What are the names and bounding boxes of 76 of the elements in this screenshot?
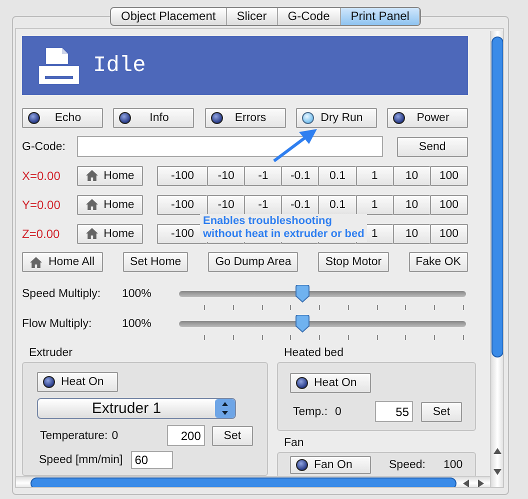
axis-position: Y=0.00 [22,198,62,212]
gcode-input[interactable] [77,136,383,157]
tab[interactable]: Object Placement [111,8,227,25]
slider-label: Speed Multiply: [22,288,102,300]
toggle-button[interactable]: Dry Run [296,108,377,128]
callout-tooltip: Enables troubleshooting without heat in extruder or bed [200,214,368,242]
temperature-reading: 0 [335,406,342,418]
fan-speed-reading: 100 [443,459,463,471]
slider-reading: 100% [122,288,152,300]
slider-label: Flow Multiply: [22,318,93,330]
slider-thumb[interactable] [295,315,310,333]
printer-icon [37,48,81,84]
home-button[interactable]: Home [77,194,143,214]
temperature-input[interactable]: 200 [166,425,205,446]
vertical-scrollbar[interactable] [490,31,503,487]
home-button[interactable]: Home [77,224,143,244]
jog-button[interactable]: 100 [430,194,468,214]
action-button[interactable]: Set Home [123,252,188,272]
toggle-button[interactable]: Info [113,108,194,128]
home-button[interactable]: Home [77,166,143,186]
fan-speed-label: Speed: [389,459,426,471]
toggle-button[interactable]: Errors [204,108,286,128]
jog-button[interactable]: 100 [430,166,468,186]
jog-button[interactable]: -1 [244,194,282,214]
toggle-button[interactable]: Echo [22,108,103,128]
jog-button[interactable]: -100 [157,194,207,214]
jog-button[interactable]: 1 [356,194,393,214]
jog-button[interactable]: -100 [157,166,207,186]
jog-button[interactable]: -0.1 [281,194,318,214]
group-title: Heated bed [283,347,344,359]
stepper-icon [215,399,235,418]
home-icon [86,228,98,239]
action-button[interactable]: Stop Motor [318,252,389,272]
jog-button[interactable]: 100 [430,224,468,244]
tab[interactable]: Slicer [226,8,278,25]
home-icon [86,199,98,210]
set-button[interactable]: Set [421,402,462,422]
horizontal-scrollbar[interactable] [16,476,490,487]
callout-arrow [272,129,318,162]
heat-toggle[interactable]: Heat On [290,373,371,393]
temperature-input[interactable]: 55 [375,401,413,422]
slider-reading: 100% [122,318,152,330]
group-title: Fan [283,437,305,449]
fan-toggle[interactable]: Fan On [290,456,371,474]
jog-button[interactable]: 10 [392,224,430,244]
jog-button[interactable]: 1 [356,166,393,186]
send-button[interactable]: Send [396,136,468,156]
action-button[interactable]: Go Dump Area [208,252,298,272]
toggle-button[interactable]: Power [387,108,468,128]
gcode-label: G-Code: [22,140,66,152]
temperature-reading: 0 [112,430,120,442]
home-icon [86,170,98,181]
jog-button[interactable]: -10 [207,194,244,214]
jog-button[interactable]: -1 [244,166,282,186]
home-all-button[interactable]: Home All [22,252,103,272]
speed-input[interactable]: 60 [130,451,173,469]
action-button[interactable]: Fake OK [408,252,468,272]
status-text: Idle [93,53,146,78]
jog-button[interactable]: 0.1 [318,166,356,186]
temperature-label: Temp.: [292,406,329,418]
jog-button[interactable]: 10 [392,194,430,214]
temperature-label: Temperature: [39,430,109,442]
jog-button[interactable]: 0.1 [318,194,356,214]
axis-position: Z=0.00 [22,226,61,240]
heat-toggle[interactable]: Heat On [37,372,118,392]
tab[interactable]: Print Panel [340,8,420,25]
extruder-dropdown[interactable]: Extruder 1 [37,398,236,419]
jog-button[interactable]: -10 [207,166,244,186]
group-title: Extruder [28,347,74,359]
home-icon [30,256,42,268]
axis-position: X=0.00 [22,168,62,182]
jog-button[interactable]: -0.1 [281,166,318,186]
speed-label: Speed [mm/min] [38,454,123,466]
set-button[interactable]: Set [212,426,253,446]
jog-button[interactable]: 10 [392,166,430,186]
slider-thumb[interactable] [295,285,310,303]
